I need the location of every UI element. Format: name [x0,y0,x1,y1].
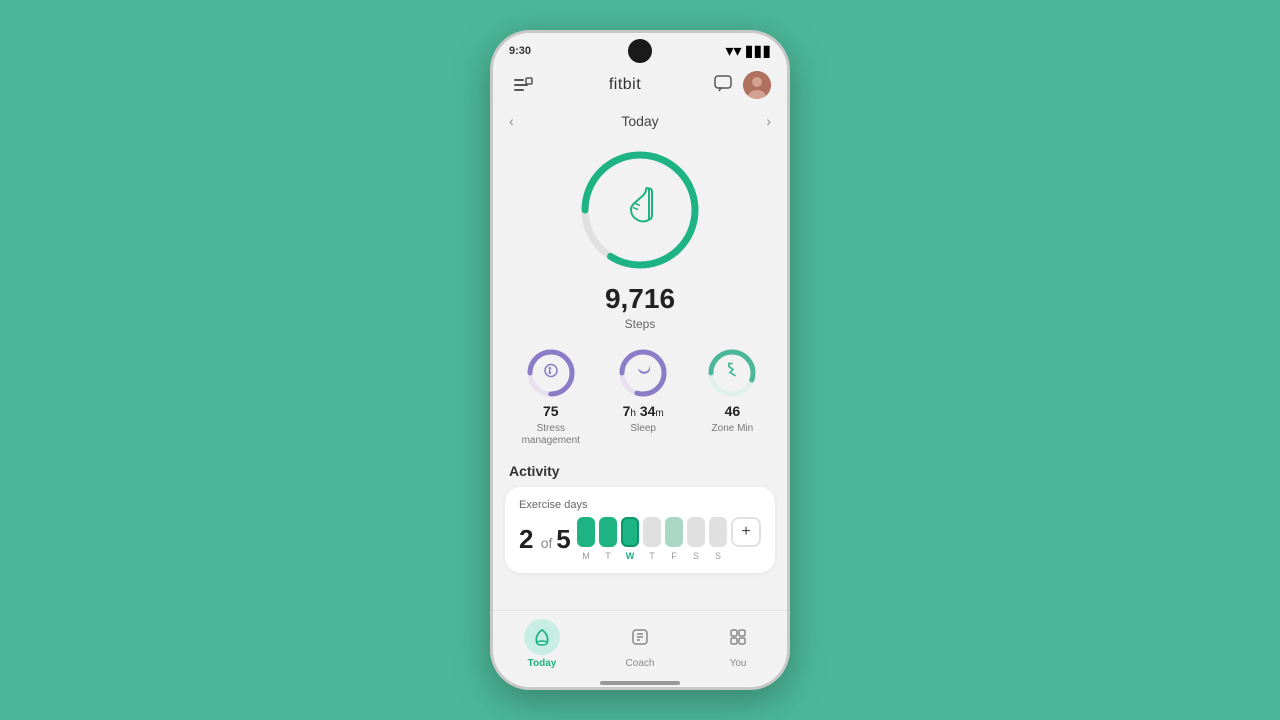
next-date-button[interactable]: › [766,113,771,129]
sleep-label: Sleep [630,423,656,435]
zone-value: 46 [725,403,741,419]
nav-you[interactable]: You [720,619,756,669]
metrics-row: 75 Stressmanagement 7h [493,337,787,453]
add-exercise-button[interactable]: + [731,517,761,547]
label-wed: W [621,551,639,561]
stress-value: 75 [543,403,559,419]
steps-shoe-icon [618,187,662,234]
app-title: fitbit [609,76,641,94]
label-fri: F [665,551,683,561]
label-thu: T [643,551,661,561]
exercise-card[interactable]: Exercise days 2 of 5 [505,487,775,573]
sleep-ring [617,347,669,399]
day-bar-wednesday [621,517,639,547]
wifi-icon: ▾▾ [726,41,742,61]
steps-count: 9,716 [605,283,675,315]
day-bar-monday [577,517,595,547]
exercise-days-label: Exercise days [519,499,761,511]
label-sun: S [709,551,727,561]
label-sat: S [687,551,705,561]
zone-icon [723,362,741,385]
bars-row: + [577,517,761,547]
date-navigation: ‹ Today › [493,107,787,135]
chat-icon[interactable] [713,73,733,98]
exercise-completed: 2 [519,524,533,554]
coach-nav-label: Coach [626,658,655,669]
exercise-count-display: 2 of 5 [519,524,571,555]
nav-today[interactable]: Today [524,619,560,669]
coach-nav-icon [622,619,658,655]
you-nav-label: You [730,658,747,669]
exercise-total: 5 [556,524,570,554]
exercise-row: 2 of 5 [519,517,761,561]
you-nav-icon [720,619,756,655]
sleep-icon [634,362,652,385]
status-time: 9:30 [509,45,531,57]
day-bar-thursday [643,517,661,547]
stress-ring [525,347,577,399]
exercise-of-text: of [541,535,557,551]
day-bar-friday [665,517,683,547]
home-indicator [600,681,680,685]
menu-icon[interactable] [509,71,537,99]
main-content: ‹ Today › [493,107,787,610]
day-bars-container: + M T W T F S S [577,517,761,561]
current-date: Today [621,113,658,129]
label-mon: M [577,551,595,561]
day-labels: M T W T F S S [577,551,761,561]
day-bar-tuesday [599,517,617,547]
header-right [713,71,771,99]
nav-coach[interactable]: Coach [622,619,658,669]
steps-label: Steps [625,317,656,331]
steps-ring[interactable] [575,145,705,275]
steps-section: 9,716 Steps [493,135,787,337]
stress-icon [542,362,560,385]
activity-section-header: Activity [493,453,787,483]
stress-metric[interactable]: 75 Stressmanagement [522,347,580,447]
day-bar-saturday [687,517,705,547]
zone-ring [706,347,758,399]
today-nav-label: Today [528,658,557,669]
today-nav-icon [524,619,560,655]
day-bar-sunday [709,517,727,547]
status-bar: 9:30 ▾▾ ▮▮▮ [493,33,787,65]
bottom-navigation: Today Coach Yo [493,610,787,681]
label-tue: T [599,551,617,561]
battery-icon: ▮▮▮ [745,41,771,61]
user-avatar[interactable] [743,71,771,99]
zone-label: Zone Min [712,423,754,435]
label-add-spacer [731,551,761,561]
sleep-value: 7h 34m [623,403,664,419]
app-header: fitbit [493,65,787,107]
camera-notch [628,39,652,63]
phone-frame: 9:30 ▾▾ ▮▮▮ fitbit [490,30,790,690]
sleep-metric[interactable]: 7h 34m Sleep [617,347,669,447]
stress-label: Stressmanagement [522,423,580,447]
prev-date-button[interactable]: ‹ [509,113,514,129]
status-icons: ▾▾ ▮▮▮ [726,41,771,61]
zone-metric[interactable]: 46 Zone Min [706,347,758,447]
